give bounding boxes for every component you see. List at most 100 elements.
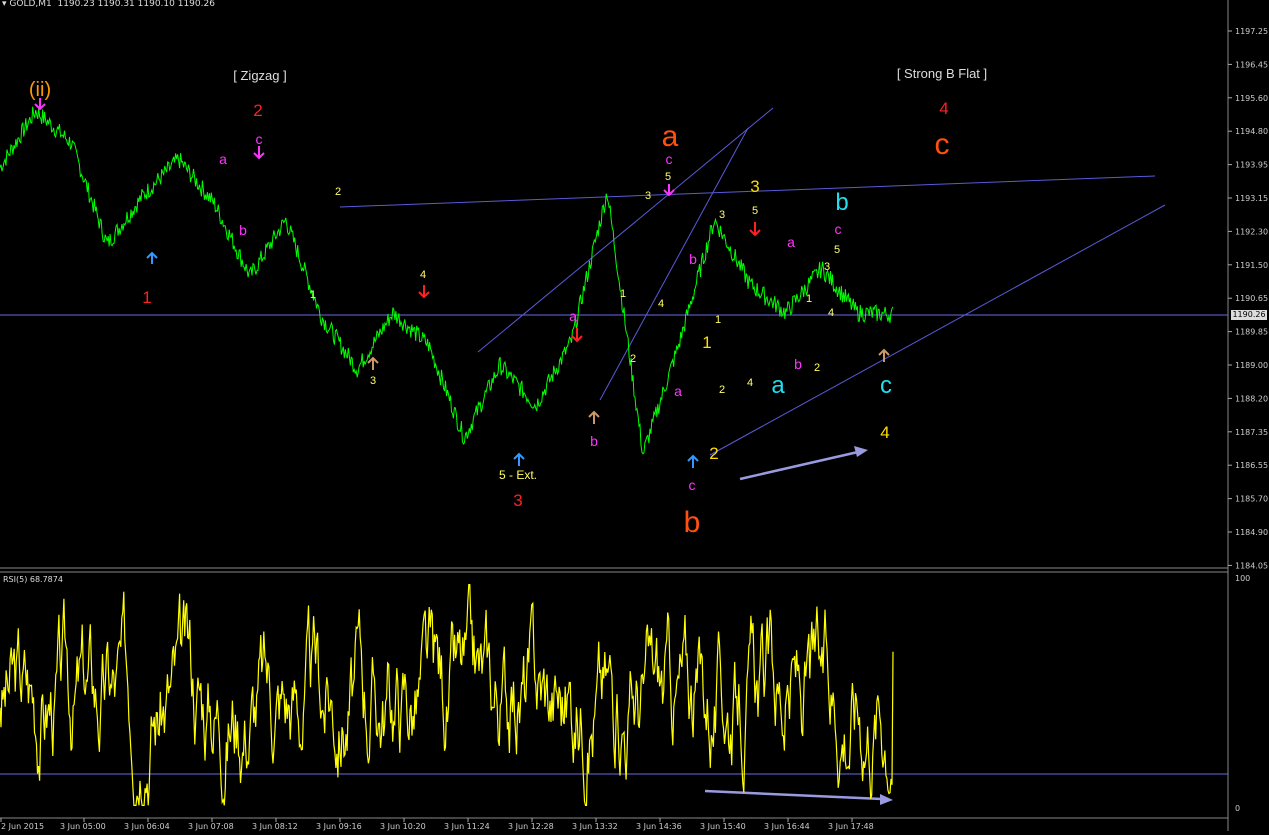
- svg-text:1: 1: [310, 289, 316, 301]
- rsi-series-line: [0, 583, 894, 807]
- svg-text:a: a: [219, 151, 227, 167]
- svg-text:1: 1: [715, 314, 721, 326]
- cyan-wave-labels: ba c: [771, 189, 892, 399]
- label-wave-2: 2: [253, 101, 262, 120]
- arrow-blue-1: [146, 251, 158, 264]
- price-tick-label: 1189.85: [1235, 328, 1268, 337]
- price-tick-label: 1197.25: [1235, 27, 1268, 36]
- svg-text:b: b: [835, 189, 848, 216]
- rsi-header: RSI(5) 68.7874: [3, 575, 63, 584]
- time-tick-label: 3 Jun 15:40: [700, 822, 746, 831]
- svg-text:3: 3: [824, 261, 830, 273]
- chart-window[interactable]: 1197.25 1196.45 1195.60 1194.80 1193.95 1193.…: [0, 0, 1269, 831]
- arrow-red-1: [418, 285, 430, 299]
- svg-text:3: 3: [719, 209, 725, 221]
- label-ii: (ii): [29, 79, 51, 101]
- time-tick-label: 3 Jun 14:36: [636, 822, 682, 831]
- chart-header: ▾ GOLD,M1 1190.23 1190.31 1190.10 1190.2…: [2, 0, 215, 9]
- svg-text:4: 4: [880, 423, 889, 442]
- svg-text:5: 5: [834, 244, 840, 256]
- svg-text:4: 4: [747, 377, 753, 389]
- time-tick-label: 3 Jun 13:32: [572, 822, 618, 831]
- label-wave-c-big: c: [935, 128, 950, 161]
- time-tick-label: 3 Jun 11:24: [444, 822, 490, 831]
- pivot-arrows: [34, 98, 890, 468]
- current-price-box: 1190.26: [1231, 310, 1267, 320]
- wave-labels: (ii) [ Zigzag ] [ Strong B Flat ] 1 2 3 …: [29, 66, 987, 539]
- arrow-red-3: [749, 222, 761, 237]
- price-tick-label: 1189.00: [1235, 361, 1268, 370]
- price-tick-label: 1194.80: [1235, 127, 1268, 136]
- svg-text:b: b: [239, 222, 247, 238]
- arrow-c-down-1: [253, 146, 265, 160]
- svg-text:4: 4: [828, 307, 834, 319]
- price-tick-label: 1195.60: [1235, 94, 1268, 103]
- svg-text:a: a: [674, 383, 682, 399]
- price-tick-label: 1196.45: [1235, 60, 1268, 69]
- magenta-wave-labels: abc abc bac abc: [219, 131, 841, 493]
- svg-text:5: 5: [752, 205, 758, 217]
- price-tick-label: 1185.70: [1235, 495, 1268, 504]
- svg-text:b: b: [794, 356, 802, 372]
- price-tick-label: 1184.90: [1235, 528, 1268, 537]
- label-strong-b-flat: [ Strong B Flat ]: [897, 66, 987, 81]
- svg-text:5: 5: [665, 171, 671, 183]
- arrow-blue-2: [513, 452, 525, 466]
- svg-text:a: a: [569, 308, 577, 324]
- svg-text:1: 1: [620, 288, 626, 300]
- arrow-red-2: [571, 328, 583, 343]
- label-wave-4: 4: [939, 99, 948, 118]
- arrow-tan-3: [878, 348, 890, 362]
- chart-canvas[interactable]: 1197.25 1196.45 1195.60 1194.80 1193.95 1193.…: [0, 0, 1269, 831]
- ohlc-label: 1190.23 1190.31 1190.10 1190.26: [57, 0, 215, 9]
- arrow-blue-3: [687, 454, 699, 468]
- divergence-arrow-rsi[interactable]: [704, 789, 893, 805]
- svg-text:c: c: [835, 221, 842, 237]
- svg-text:a: a: [787, 234, 795, 250]
- svg-text:1: 1: [806, 293, 812, 305]
- time-tick-label: 3 Jun 07:08: [188, 822, 234, 831]
- svg-text:c: c: [880, 372, 892, 399]
- svg-text:2: 2: [630, 353, 636, 365]
- yellow-large-labels: 3 1 2 4: [702, 177, 889, 463]
- svg-text:b: b: [590, 433, 598, 449]
- time-axis: 2 Jun 2015 3 Jun 05:00 3 Jun 06:04 3 Jun 07…: [0, 818, 874, 831]
- time-tick-label: 3 Jun 12:28: [508, 822, 554, 831]
- trend-line-lower[interactable]: [709, 204, 1166, 456]
- svg-text:4: 4: [658, 298, 664, 310]
- label-wave-1: 1: [142, 288, 151, 307]
- rsi-axis: 100 0: [1235, 574, 1250, 813]
- svg-text:b: b: [689, 251, 697, 267]
- time-tick-label: 3 Jun 10:20: [380, 822, 426, 831]
- label-zigzag: [ Zigzag ]: [233, 68, 286, 83]
- time-tick-label: 3 Jun 05:00: [60, 822, 106, 831]
- svg-text:4: 4: [420, 269, 426, 281]
- price-tick-label: 1190.65: [1235, 294, 1268, 303]
- time-tick-label: 3 Jun 17:48: [828, 822, 874, 831]
- label-5-ext: 5 - Ext.: [499, 468, 537, 482]
- arrow-tan-2: [588, 410, 600, 424]
- svg-text:2: 2: [335, 186, 341, 198]
- price-tick-label: 1193.95: [1235, 161, 1268, 170]
- time-tick-label: 3 Jun 06:04: [124, 822, 170, 831]
- price-tick-label: 1184.05: [1235, 561, 1268, 570]
- divergence-arrow-price[interactable]: [739, 446, 868, 481]
- arrow-tan-1: [367, 356, 379, 370]
- price-series-line: [0, 106, 894, 455]
- arrow-c-down-2: [663, 184, 675, 197]
- time-tick-label: 3 Jun 16:44: [764, 822, 810, 831]
- svg-text:1: 1: [702, 333, 711, 352]
- label-wave-3: 3: [513, 491, 522, 510]
- time-tick-label: 3 Jun 08:12: [252, 822, 298, 831]
- label-wave-a-big: a: [662, 120, 679, 153]
- svg-text:c: c: [666, 151, 673, 167]
- symbol-label: GOLD,M1: [9, 0, 52, 9]
- rsi-tick-label: 100: [1235, 574, 1250, 583]
- svg-text:a: a: [771, 372, 785, 399]
- svg-text:c: c: [689, 477, 696, 493]
- svg-text:3: 3: [645, 190, 651, 202]
- time-tick-label: 2 Jun 2015: [1, 822, 44, 831]
- price-tick-label: 1193.15: [1235, 194, 1268, 203]
- trend-line-upper[interactable]: [339, 175, 1156, 208]
- price-tick-label: 1186.55: [1235, 461, 1268, 470]
